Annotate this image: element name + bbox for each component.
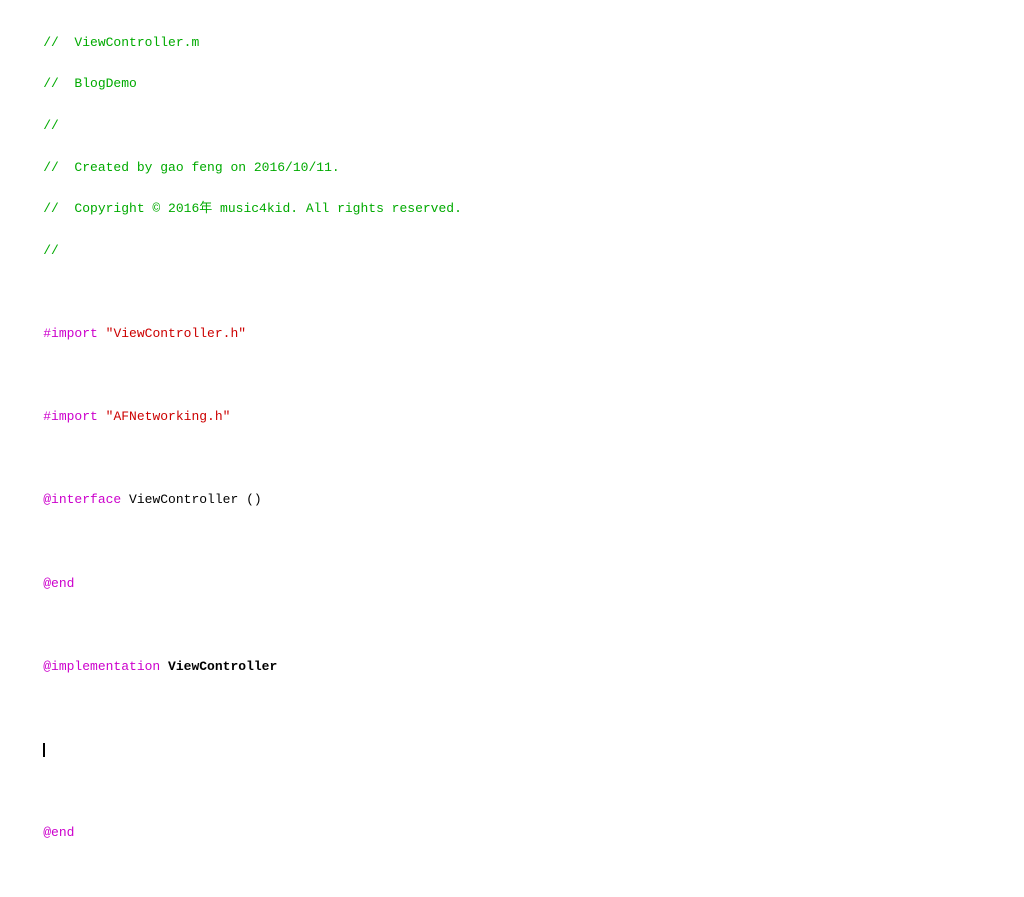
comment-line-5: // Copyright © 2016年 music4kid. All righ… — [43, 201, 462, 216]
import-keyword-1: #import — [43, 326, 98, 341]
import-string-1: "ViewController.h" — [106, 326, 246, 341]
comment-line-6: // — [43, 243, 59, 258]
end1-keyword: @end — [43, 576, 74, 591]
comment-line-4: // Created by gao feng on 2016/10/11. — [43, 160, 339, 175]
import-space-1 — [98, 326, 106, 341]
implementation-keyword: @implementation — [43, 659, 160, 674]
interface-keyword: @interface — [43, 492, 121, 507]
text-cursor — [43, 743, 45, 757]
code-content: // ViewController.m // BlogDemo // // Cr… — [0, 8, 1024, 889]
code-editor[interactable]: // ViewController.m // BlogDemo // // Cr… — [0, 0, 1024, 897]
comment-line-2: // BlogDemo — [43, 76, 137, 91]
implementation-classname: ViewController — [160, 659, 277, 674]
cursor-line — [43, 740, 45, 761]
end2-keyword: @end — [43, 825, 74, 840]
import-keyword-2: #import — [43, 409, 98, 424]
comment-line-3: // — [43, 118, 59, 133]
import-space-2 — [98, 409, 106, 424]
interface-classname: ViewController — [121, 492, 238, 507]
import-string-2: "AFNetworking.h" — [106, 409, 231, 424]
interface-rest: () — [238, 492, 261, 507]
comment-line-1: // ViewController.m — [43, 35, 199, 50]
